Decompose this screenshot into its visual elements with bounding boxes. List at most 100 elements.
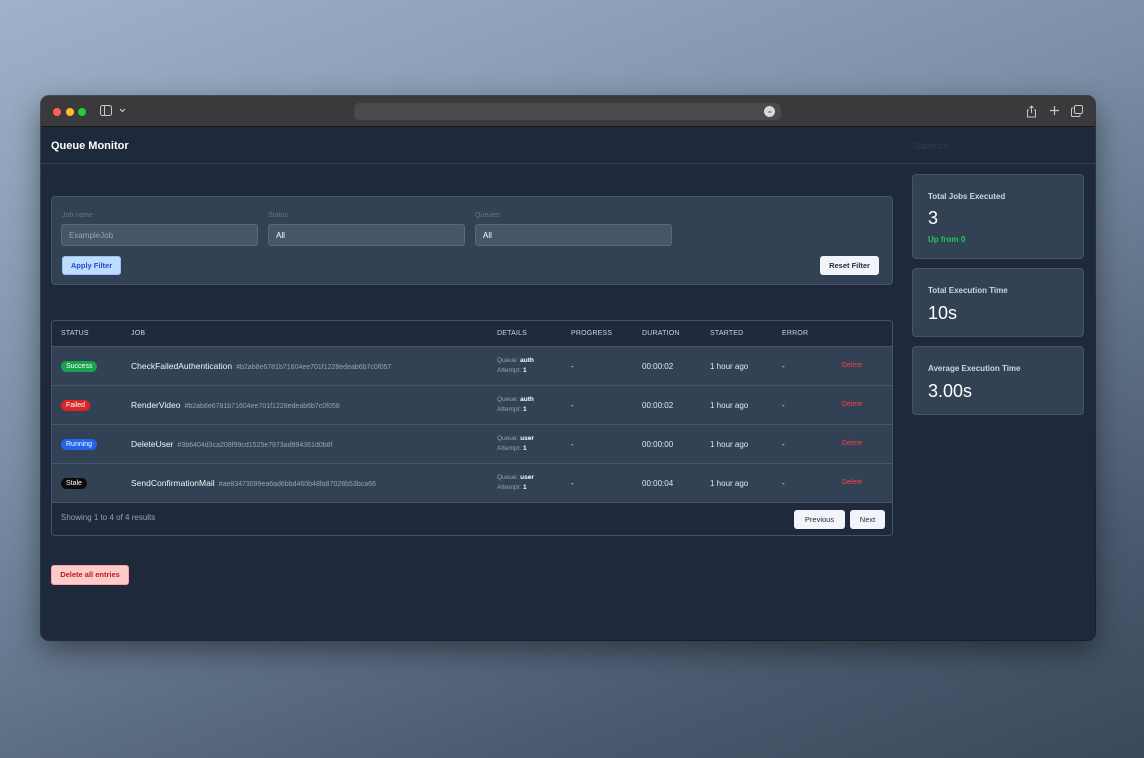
job-name: SendConfirmationMail <box>131 478 215 488</box>
attempt-prefix: Attempt: <box>497 483 522 491</box>
job-hash: #b2ab8e6781b71604ee701f1228edeab6b7c0f05… <box>184 403 340 410</box>
job-hash: #ae83473099ea6ad6bbd460b48fa87028b53bca6… <box>218 481 376 488</box>
job-cell: RenderVideo #b2ab8e6781b71604ee701f1228ed… <box>131 400 340 410</box>
duration-cell: 00:00:02 <box>642 401 674 410</box>
share-icon[interactable] <box>1026 105 1037 121</box>
close-window-button[interactable] <box>53 108 61 116</box>
attempt-prefix: Attempt: <box>497 405 522 413</box>
queue-value: user <box>520 435 534 442</box>
column-header-started: STARTED <box>710 330 744 337</box>
table-row: Stale SendConfirmationMail #ae83473099ea6… <box>52 464 892 503</box>
tabs-overview-icon[interactable] <box>1071 105 1083 120</box>
details-cell: Queue: auth Attempt: 1 <box>497 356 534 375</box>
previous-page-button[interactable]: Previous <box>794 510 845 529</box>
page-title: Queue Monitor <box>51 140 129 152</box>
error-cell: - <box>782 362 785 371</box>
stat-value: 3 <box>928 208 939 228</box>
stat-card-total-jobs: Total Jobs Executed 3 Up from 0 <box>912 174 1084 259</box>
queue-prefix: Queue: <box>497 435 519 442</box>
delete-row-button[interactable]: Delete <box>842 479 862 486</box>
details-cell: Queue: auth Attempt: 1 <box>497 395 534 414</box>
app-header: Queue Monitor Statistics <box>41 127 1095 164</box>
jobs-table: STATUS JOB DETAILS PROGRESS DURATION STA… <box>51 320 893 536</box>
delete-row-button[interactable]: Delete <box>842 362 862 369</box>
apply-filter-button[interactable]: Apply Filter <box>62 256 121 275</box>
error-cell: - <box>782 401 785 410</box>
progress-cell: - <box>571 479 574 488</box>
column-header-status: STATUS <box>61 330 89 337</box>
stat-card-average-time: Average Execution Time 3.00s <box>912 346 1084 415</box>
attempt-value: 1 <box>523 444 527 452</box>
table-row: Running DeleteUser #3b6404d3ca208f99cd152… <box>52 425 892 464</box>
job-cell: DeleteUser #3b6404d3ca208f99cd1525e7873ad… <box>131 439 332 449</box>
job-name-label: Job name <box>62 212 93 219</box>
chevron-down-icon[interactable] <box>119 105 126 119</box>
attempt-value: 1 <box>523 366 527 374</box>
duration-cell: 00:00:02 <box>642 362 674 371</box>
statistics-heading: Statistics <box>912 141 949 151</box>
status-badge: Failed <box>61 400 91 411</box>
stat-value: 10s <box>928 303 958 323</box>
stat-label: Total Jobs Executed <box>928 192 1006 201</box>
sidebar-icon[interactable] <box>100 105 112 119</box>
status-badge: Success <box>61 361 98 372</box>
queue-value: auth <box>520 396 534 403</box>
more-options-icon[interactable]: ••• <box>764 106 775 117</box>
column-header-duration: DURATION <box>642 330 680 337</box>
status-badge: Running <box>61 439 98 450</box>
column-header-details: DETAILS <box>497 330 528 337</box>
job-name: CheckFailedAuthentication <box>131 361 233 371</box>
job-name: DeleteUser <box>131 439 174 449</box>
plus-icon[interactable] <box>1049 105 1060 119</box>
status-label: Status <box>268 212 288 219</box>
column-header-job: JOB <box>131 330 146 337</box>
delete-row-button[interactable]: Delete <box>842 401 862 408</box>
zoom-window-button[interactable] <box>78 108 86 116</box>
details-cell: Queue: user Attempt: 1 <box>497 473 534 492</box>
started-cell: 1 hour ago <box>710 440 749 449</box>
attempt-value: 1 <box>523 405 527 413</box>
queue-value: user <box>520 474 534 481</box>
stat-trend: Up from 0 <box>928 235 966 244</box>
attempt-value: 1 <box>523 483 527 491</box>
table-row: Failed RenderVideo #b2ab8e6781b71604ee701… <box>52 386 892 425</box>
queues-label: Queues <box>475 212 500 219</box>
minimize-window-button[interactable] <box>66 108 74 116</box>
job-cell: CheckFailedAuthentication #b2ab8e6781b716… <box>131 361 391 371</box>
started-cell: 1 hour ago <box>710 479 749 488</box>
browser-titlebar: ••• <box>41 96 1095 127</box>
queue-prefix: Queue: <box>497 474 519 481</box>
address-bar[interactable]: ••• <box>354 103 781 120</box>
queues-select[interactable]: All <box>475 224 672 246</box>
progress-cell: - <box>571 401 574 410</box>
delete-all-entries-button[interactable]: Delete all entries <box>51 565 129 585</box>
queue-prefix: Queue: <box>497 396 519 403</box>
job-name: RenderVideo <box>131 400 181 410</box>
error-cell: - <box>782 479 785 488</box>
stat-card-total-time: Total Execution Time 10s <box>912 268 1084 337</box>
job-hash: #b2ab8e6781b71604ee701f1228edeab6b7c0f05… <box>236 364 392 371</box>
browser-window: ••• Queue Monitor Statistics Job name Ex… <box>41 96 1095 640</box>
attempt-prefix: Attempt: <box>497 444 522 452</box>
queue-prefix: Queue: <box>497 357 519 364</box>
stat-label: Total Execution Time <box>928 286 1008 295</box>
status-select[interactable]: All <box>268 224 465 246</box>
stat-value: 3.00s <box>928 381 973 401</box>
progress-cell: - <box>571 362 574 371</box>
attempt-prefix: Attempt: <box>497 366 522 374</box>
reset-filter-button[interactable]: Reset Filter <box>820 256 879 275</box>
table-row: Success CheckFailedAuthentication #b2ab8e… <box>52 347 892 386</box>
duration-cell: 00:00:04 <box>642 479 674 488</box>
table-header: STATUS JOB DETAILS PROGRESS DURATION STA… <box>52 321 892 347</box>
next-page-button[interactable]: Next <box>850 510 885 529</box>
stat-label: Average Execution Time <box>928 364 1021 373</box>
started-cell: 1 hour ago <box>710 401 749 410</box>
started-cell: 1 hour ago <box>710 362 749 371</box>
job-cell: SendConfirmationMail #ae83473099ea6ad6bbd… <box>131 478 376 488</box>
column-header-error: ERROR <box>782 330 809 337</box>
job-name-input[interactable]: ExampleJob <box>61 224 258 246</box>
delete-row-button[interactable]: Delete <box>842 440 862 447</box>
status-badge: Stale <box>61 478 87 489</box>
pagination-summary: Showing 1 to 4 of 4 results <box>61 513 156 522</box>
column-header-progress: PROGRESS <box>571 330 613 337</box>
